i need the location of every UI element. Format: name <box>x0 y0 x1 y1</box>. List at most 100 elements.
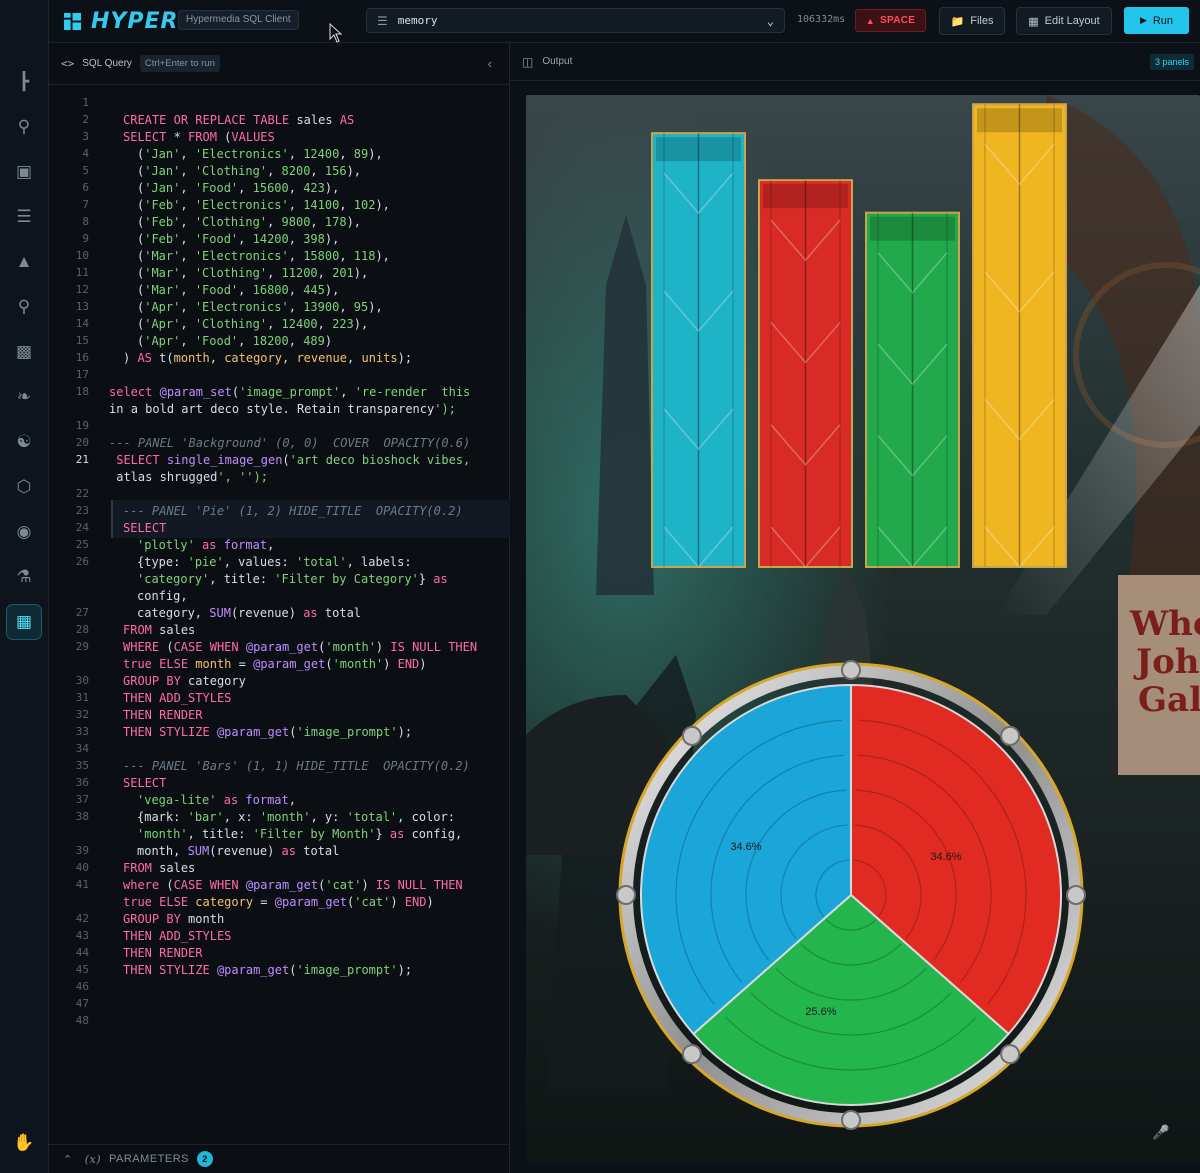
bar-2[interactable] <box>758 179 853 569</box>
collapse-chevron-icon[interactable]: ‹ <box>488 56 492 71</box>
code-line: true ELSE month = @param_get('month') EN… <box>123 657 427 671</box>
code-line: 'category', title: 'Filter by Category'}… <box>137 572 448 586</box>
code-line: THEN STYLIZE @param_get('image_prompt'); <box>123 725 413 739</box>
line-number: 42 <box>75 912 89 925</box>
database-value: memory <box>397 14 438 27</box>
line-number: 31 <box>75 691 89 704</box>
line-number: 13 <box>75 300 89 313</box>
files-label: Files <box>970 15 994 27</box>
code-line: ('Jan', 'Clothing', 8200, 156), <box>137 164 362 178</box>
line-number: 21 <box>75 453 89 466</box>
run-button[interactable]: ▶ Run <box>1124 7 1189 34</box>
space-button[interactable]: ▲ SPACE <box>855 9 926 32</box>
line-number: 9 <box>82 232 89 245</box>
line-number: 26 <box>75 555 89 568</box>
pie-frame-stud <box>1000 725 1021 746</box>
code-line: 'plotly' as format, <box>137 538 275 552</box>
line-number: 19 <box>75 419 89 432</box>
parameters-bar[interactable]: ⌃ (x) PARAMETERS 2 <box>49 1144 510 1173</box>
line-number: 43 <box>75 929 89 942</box>
code-line: ('Mar', 'Electronics', 15800, 118), <box>137 249 390 263</box>
code-line: SELECT <box>123 521 167 535</box>
bar-cap <box>763 184 848 209</box>
rail-image-icon[interactable]: ▣ <box>6 154 42 190</box>
bar-3[interactable] <box>865 211 960 569</box>
poster-line-2: Joh <box>1133 642 1199 682</box>
rail-hand-icon[interactable]: ✋ <box>6 1125 42 1161</box>
run-label: Run <box>1152 14 1174 27</box>
code-line: ('Apr', 'Food', 18200, 489) <box>137 334 333 348</box>
grid-icon: ▦ <box>1028 15 1039 28</box>
code-line: FROM sales <box>123 861 196 875</box>
background-image-panel: Who Joh Gal 34.6% 25.6% 34.6% <box>526 95 1200 1163</box>
code-line: select @param_set('image_prompt', 're-re… <box>109 385 471 399</box>
train-shape <box>526 695 666 855</box>
edit-layout-button[interactable]: ▦ Edit Layout <box>1016 7 1112 35</box>
code-line: true ELSE category = @param_get('cat') E… <box>123 895 434 909</box>
rail-rabbit-icon[interactable]: ❧ <box>6 379 42 415</box>
pie-frame-stud <box>1066 885 1086 905</box>
rail-database-search-icon[interactable]: ⚲ <box>6 289 42 325</box>
line-number: 15 <box>75 334 89 347</box>
rail-cube-icon[interactable]: ⬡ <box>6 469 42 505</box>
play-icon: ▶ <box>1139 15 1147 25</box>
database-icon: ☰ <box>377 13 388 28</box>
rail-dashboard-icon[interactable]: ▦ <box>6 604 42 640</box>
pie-data-label: 34.6% <box>930 851 961 863</box>
microphone-icon[interactable]: 🎤 <box>1152 1124 1169 1141</box>
rail-graduation-cap-icon[interactable]: ▲ <box>6 244 42 280</box>
code-line: --- PANEL 'Background' (0, 0) COVER OPAC… <box>109 436 471 450</box>
line-number: 41 <box>75 878 89 891</box>
line-number: 45 <box>75 963 89 976</box>
rail-hierarchy-icon[interactable]: ☯ <box>6 424 42 460</box>
pie-chart-panel: 34.6% 25.6% 34.6% <box>616 660 1086 1130</box>
rail-database-search-icon[interactable]: ⚲ <box>6 109 42 145</box>
pie-frame-stud <box>681 725 702 746</box>
code-line: ('Jan', 'Food', 15600, 423), <box>137 181 340 195</box>
panels-count-badge: 3 panels <box>1149 54 1194 70</box>
line-number: 36 <box>75 776 89 789</box>
rail-eye-icon[interactable]: ◉ <box>6 514 42 550</box>
line-number: 2 <box>82 113 89 126</box>
rail-flask-icon[interactable]: ⚗ <box>6 559 42 595</box>
variable-icon: (x) <box>84 1152 102 1166</box>
dashboard-icon <box>63 12 82 31</box>
line-number: 10 <box>75 249 89 262</box>
line-number: 40 <box>75 861 89 874</box>
line-number: 14 <box>75 317 89 330</box>
bar-1[interactable] <box>651 132 746 569</box>
code-line: THEN ADD_STYLES <box>123 691 232 705</box>
line-number: 11 <box>75 266 89 279</box>
files-button[interactable]: 📁 Files <box>939 7 1005 35</box>
chevron-up-icon: ⌃ <box>63 1153 73 1166</box>
line-number: 25 <box>75 538 89 551</box>
code-line: --- PANEL 'Pie' (1, 2) HIDE_TITLE OPACIT… <box>123 504 463 518</box>
app-logo[interactable]: HYPER <box>63 9 178 34</box>
code-line: ('Feb', 'Food', 14200, 398), <box>137 232 340 246</box>
pie-frame-stud <box>841 1110 861 1130</box>
bar-cap <box>870 216 955 241</box>
code-line: THEN ADD_STYLES <box>123 929 232 943</box>
run-shortcut-hint: Ctrl+Enter to run <box>139 55 220 72</box>
code-line: atlas shrugged', ''); <box>116 470 268 484</box>
monitor-icon: ◫ <box>522 54 534 69</box>
line-number: 48 <box>75 1014 89 1027</box>
bar-cap <box>656 137 741 162</box>
left-rail: ┣ ⚲ ▣ ☰ ▲ ⚲ ▩ ❧ ☯ ⬡ ◉ ⚗ ▦ ✋ <box>0 0 49 1173</box>
database-select[interactable]: ☰ memory ⌄ <box>366 8 785 33</box>
line-number: 5 <box>82 164 89 177</box>
code-line: ('Jan', 'Electronics', 12400, 89), <box>137 147 383 161</box>
output-header: ◫ Output 3 panels <box>510 43 1200 81</box>
poster-line-3: Gal <box>1138 680 1200 720</box>
code-line: 'vega-lite' as format, <box>137 793 296 807</box>
code-line: THEN RENDER <box>123 708 203 722</box>
line-number: 30 <box>75 674 89 687</box>
bar-4[interactable] <box>972 103 1067 569</box>
elapsed-time: 106332ms <box>797 14 846 25</box>
rail-tree-icon[interactable]: ┣ <box>6 64 42 100</box>
rail-list-icon[interactable]: ☰ <box>6 199 42 235</box>
rail-terminal-icon[interactable]: ▩ <box>6 334 42 370</box>
code-line: config, <box>137 589 188 603</box>
code-icon: <> <box>61 57 75 70</box>
line-number: 46 <box>75 980 89 993</box>
